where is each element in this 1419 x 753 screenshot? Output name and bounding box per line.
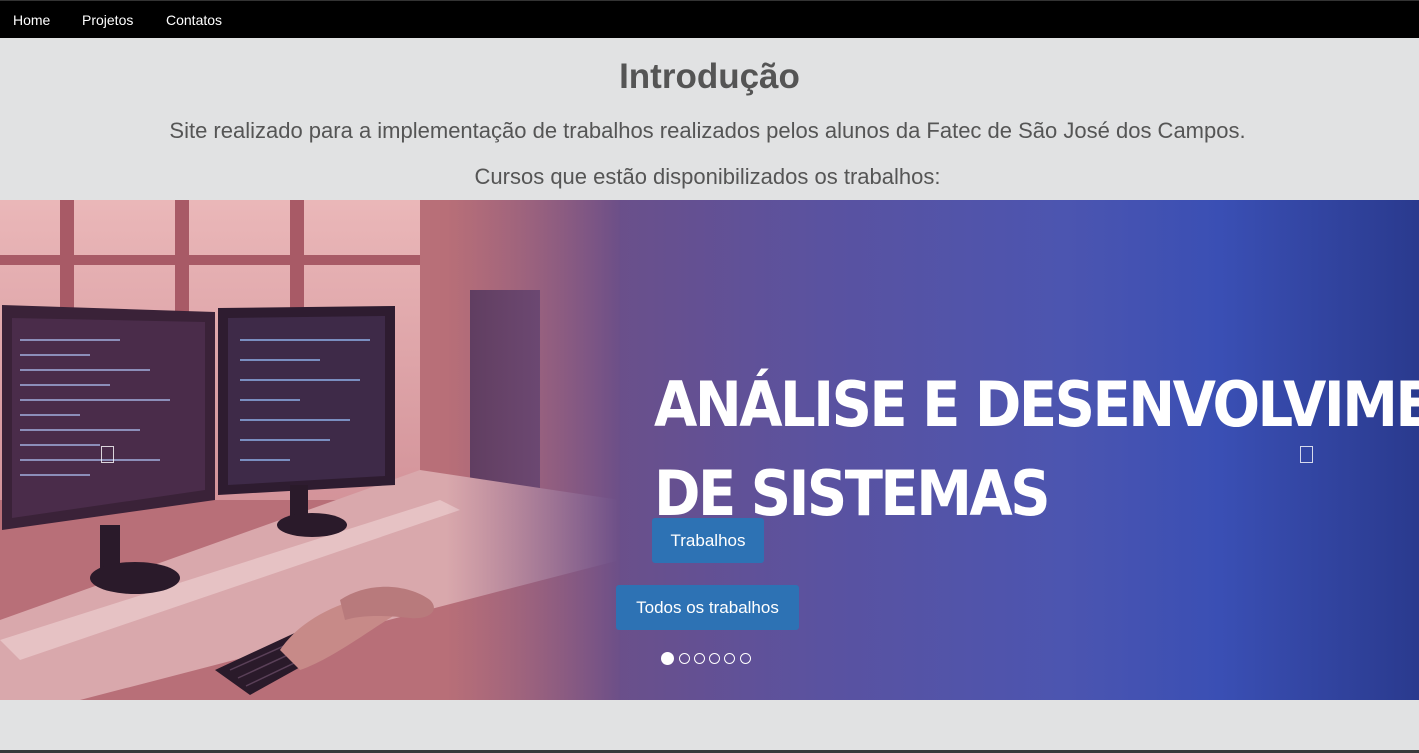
indicator-dot[interactable] xyxy=(709,653,720,664)
indicator-dot[interactable] xyxy=(694,653,705,664)
indicator-dot[interactable] xyxy=(740,653,751,664)
nav-item-home[interactable]: Home xyxy=(13,12,50,28)
top-navbar: Home Projetos Contatos xyxy=(0,0,1419,38)
slide-title-line1: ANÁLISE E DESENVOLVIMENTO xyxy=(654,368,1419,442)
page-title: Introdução xyxy=(619,57,800,96)
carousel-prev-control[interactable] xyxy=(101,446,114,463)
course-carousel[interactable]: ANÁLISE E DESENVOLVIMENTO DE SISTEMAS Tr… xyxy=(0,200,1419,700)
indicator-dot[interactable] xyxy=(661,652,674,665)
carousel-next-control[interactable] xyxy=(1300,446,1313,463)
courses-label: Cursos que estão disponibilizados os tra… xyxy=(474,164,941,189)
indicator-dot[interactable] xyxy=(679,653,690,664)
indicator-dot[interactable] xyxy=(724,653,735,664)
trabalhos-button[interactable]: Trabalhos xyxy=(652,518,764,563)
nav-item-projetos[interactable]: Projetos xyxy=(82,12,133,28)
intro-description: Site realizado para a implementação de t… xyxy=(169,118,1246,143)
todos-trabalhos-button[interactable]: Todos os trabalhos xyxy=(616,585,799,630)
computer-desk-photo xyxy=(0,200,620,700)
nav-item-contatos[interactable]: Contatos xyxy=(166,12,222,28)
